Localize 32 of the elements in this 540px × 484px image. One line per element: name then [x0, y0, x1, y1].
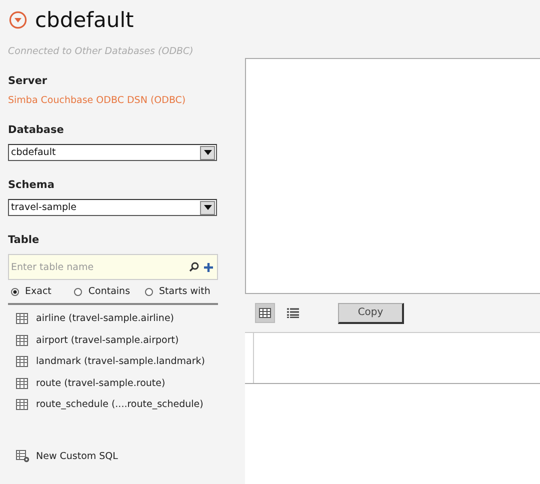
table-list-item[interactable]: landmark (travel-sample.landmark) [36, 356, 205, 368]
table-list-item[interactable]: route (travel-sample.route) [36, 378, 166, 389]
table-icon [16, 399, 28, 410]
add-icon[interactable] [204, 262, 213, 272]
copy-button[interactable]: Copy [338, 302, 404, 324]
table-list-item[interactable]: airport (travel-sample.airport) [36, 334, 179, 346]
connection-subtitle: Connected to Other Databases (ODBC) [8, 46, 194, 57]
radio-option[interactable]: Exact [11, 286, 52, 297]
section-label: Schema [8, 179, 56, 191]
database-dropdown[interactable]: cbdefault [8, 144, 217, 161]
table-icon [16, 313, 28, 324]
radio-icon[interactable] [11, 288, 19, 296]
search-icon[interactable] [189, 262, 199, 272]
connection-title: cbdefault [35, 8, 134, 32]
section-label: Database [8, 124, 65, 136]
table-list-item[interactable]: airline (travel-sample.airline) [36, 313, 174, 324]
radio-icon[interactable] [145, 288, 154, 296]
radio-icon[interactable] [74, 288, 82, 296]
collapse-icon[interactable] [9, 11, 27, 29]
section-label: Server [8, 75, 48, 87]
radio-option[interactable]: Contains [74, 286, 130, 297]
section-label: Table [8, 234, 40, 246]
table-gear-icon [16, 450, 30, 463]
radio-option[interactable]: Starts with [145, 286, 210, 297]
schema-dropdown[interactable]: travel-sample [8, 199, 217, 216]
table-icon [16, 334, 28, 346]
table-icon [16, 356, 28, 368]
custom-sql-link[interactable]: New Custom SQL [36, 450, 118, 462]
table-icon [16, 378, 28, 389]
grid-view-icon[interactable] [255, 303, 275, 323]
table-list-item[interactable]: route_schedule (....route_schedule) [36, 399, 204, 410]
table-search-field[interactable]: Enter table name [8, 254, 218, 280]
